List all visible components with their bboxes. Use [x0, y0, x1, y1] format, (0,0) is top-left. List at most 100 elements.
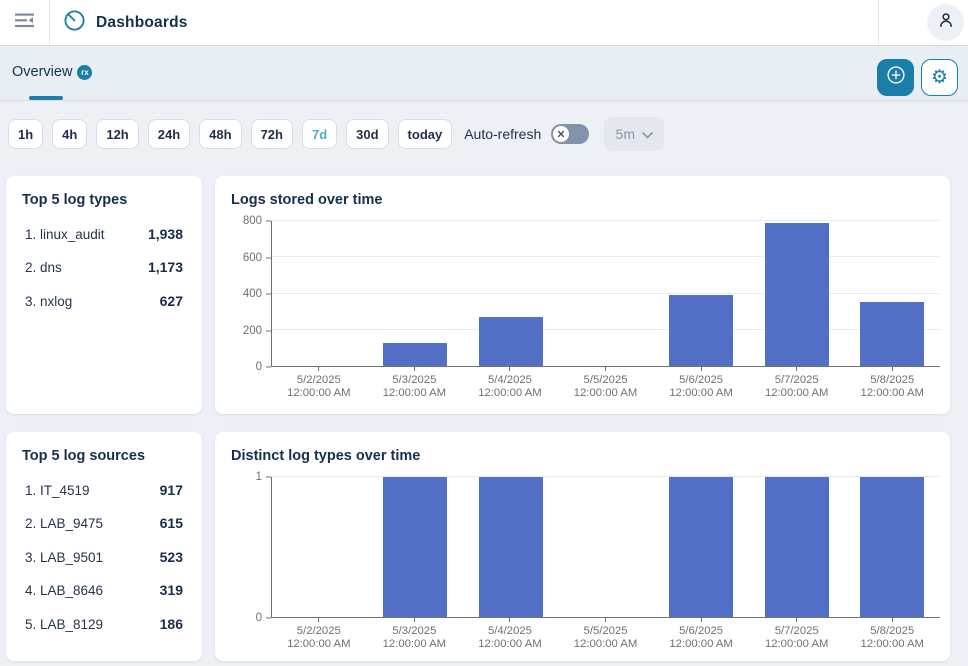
- x-tick-mark: [414, 618, 415, 622]
- stat-label: 1. IT_4519: [25, 483, 90, 498]
- x-tick-mark: [605, 618, 606, 622]
- y-tick-label: 0: [256, 612, 262, 624]
- user-icon: [936, 10, 956, 35]
- x-tick-label: 5/6/202512:00:00 AM: [653, 618, 749, 651]
- bars-row: [272, 477, 940, 617]
- range-button-12h[interactable]: 12h: [96, 119, 138, 149]
- x-tick-mark: [892, 618, 893, 622]
- x-tick-label: 5/8/202512:00:00 AM: [844, 618, 940, 651]
- card-title: Top 5 log types: [22, 192, 186, 208]
- chevron-down-icon: [642, 126, 653, 142]
- bar-5/8/2025[interactable]: [860, 477, 924, 617]
- stat-value: 186: [160, 616, 183, 632]
- bar-band: [272, 477, 367, 617]
- bar-band: [749, 477, 844, 617]
- y-tick-label: 400: [243, 288, 262, 300]
- refresh-interval-select[interactable]: 5m: [604, 117, 664, 151]
- card-top-log-sources: Top 5 log sources 1. IT_4519 917 2. LAB_94…: [6, 432, 202, 661]
- bar-band: [654, 477, 749, 617]
- bar-5/7/2025[interactable]: [765, 223, 829, 366]
- dashboards-pie-icon: [63, 9, 86, 37]
- range-button-today[interactable]: today: [398, 119, 453, 149]
- stat-label: 2. LAB_9475: [25, 516, 103, 531]
- stat-label: 3. nxlog: [25, 294, 72, 309]
- x-tick-label: 5/7/202512:00:00 AM: [749, 367, 845, 400]
- card-title: Top 5 log sources: [22, 448, 186, 464]
- bar-band: [845, 221, 940, 366]
- app-header: Dashboards: [0, 0, 968, 46]
- bar-5/3/2025[interactable]: [383, 343, 447, 366]
- card-top-log-types: Top 5 log types 1. linux_audit 1,938 2. dn…: [6, 176, 202, 414]
- bar-5/4/2025[interactable]: [479, 477, 543, 617]
- range-button-4h[interactable]: 4h: [52, 119, 87, 149]
- bar-band: [367, 221, 462, 366]
- x-tick-mark: [701, 618, 702, 622]
- stat-label: 4. LAB_8646: [25, 583, 103, 598]
- range-button-48h[interactable]: 48h: [199, 119, 241, 149]
- x-tick-mark: [318, 367, 319, 371]
- auto-refresh-toggle[interactable]: [551, 124, 589, 144]
- bar-band: [463, 221, 558, 366]
- x-tick-mark: [605, 367, 606, 371]
- x-axis-labels: 5/2/202512:00:00 AM5/3/202512:00:00 AM5/…: [271, 618, 940, 651]
- card-distinct-log-types-chart: Distinct log types over time 01 5/2/2025…: [215, 432, 950, 661]
- y-tick-label: 0: [256, 361, 262, 373]
- y-axis: 0200400600800: [231, 221, 271, 367]
- stat-row: 1. IT_4519 917: [22, 482, 186, 498]
- range-button-24h[interactable]: 24h: [148, 119, 190, 149]
- tab-overview-label: Overview: [12, 64, 72, 80]
- user-avatar-button[interactable]: [927, 4, 964, 41]
- add-dashboard-button[interactable]: [877, 59, 914, 96]
- top-log-sources-list: 1. IT_4519 917 2. LAB_9475615 3. LAB_9501 52…: [22, 482, 186, 632]
- x-tick-label: 5/6/202512:00:00 AM: [653, 367, 749, 400]
- stat-value: 1,938: [148, 226, 183, 242]
- stat-value: 917: [160, 482, 183, 498]
- range-button-72h[interactable]: 72h: [251, 119, 293, 149]
- tab-overview[interactable]: Overview rx: [12, 64, 92, 82]
- bar-5/4/2025[interactable]: [479, 317, 543, 366]
- page-title: Dashboards: [96, 14, 188, 32]
- bar-5/7/2025[interactable]: [765, 477, 829, 617]
- rx-badge: rx: [77, 65, 92, 80]
- y-axis: 01: [231, 477, 271, 618]
- stat-row: 2. LAB_9475615: [22, 515, 186, 531]
- bar-5/6/2025[interactable]: [669, 295, 733, 366]
- y-tick-label: 200: [243, 325, 262, 337]
- stat-label: 3. LAB_9501: [25, 550, 103, 565]
- range-button-7d[interactable]: 7d: [302, 119, 337, 149]
- distinct-log-types-chart: 01 5/2/202512:00:00 AM5/3/202512:00:00 A…: [231, 477, 940, 651]
- bar-band: [463, 477, 558, 617]
- y-tick-label: 800: [243, 215, 262, 227]
- stat-label: 1. linux_audit: [25, 227, 105, 242]
- auto-refresh-label: Auto-refresh: [464, 126, 541, 142]
- stat-row: 2. dns1,173: [22, 259, 186, 275]
- bars-row: [272, 221, 940, 366]
- x-tick-mark: [509, 367, 510, 371]
- card-logs-stored-chart: Logs stored over time 0 200 400 600 800 5/2/…: [215, 176, 950, 414]
- bar-band: [558, 221, 653, 366]
- bar-5/6/2025[interactable]: [669, 477, 733, 617]
- plot-area-wrap: 5/2/202512:00:00 AM5/3/202512:00:00 AM5/…: [271, 221, 940, 400]
- stat-row: 1. linux_audit 1,938: [22, 226, 186, 242]
- dashboard-grid: Top 5 log types 1. linux_audit 1,938 2. dn…: [0, 151, 968, 661]
- dashboard-settings-button[interactable]: ⚙: [921, 59, 958, 96]
- bar-band: [654, 221, 749, 366]
- range-button-1h[interactable]: 1h: [8, 119, 43, 149]
- bar-5/8/2025[interactable]: [860, 302, 924, 366]
- header-right: [878, 0, 968, 45]
- stat-label: 2. dns: [25, 260, 62, 275]
- range-button-30d[interactable]: 30d: [346, 119, 388, 149]
- stat-row: 5. LAB_8129186: [22, 616, 186, 632]
- sidebar-collapse-button[interactable]: [0, 0, 50, 45]
- x-tick-mark: [796, 367, 797, 371]
- x-tick-label: 5/2/202512:00:00 AM: [271, 618, 367, 651]
- stat-row: 3. LAB_9501 523: [22, 549, 186, 565]
- gear-icon: ⚙: [931, 68, 948, 87]
- x-tick-mark: [892, 367, 893, 371]
- toggle-off-x-icon: [557, 125, 565, 143]
- chart-title: Logs stored over time: [231, 192, 934, 208]
- y-tick-label: 600: [243, 252, 262, 264]
- bar-5/3/2025[interactable]: [383, 477, 447, 617]
- chart-title: Distinct log types over time: [231, 448, 934, 464]
- stat-value: 523: [160, 549, 183, 565]
